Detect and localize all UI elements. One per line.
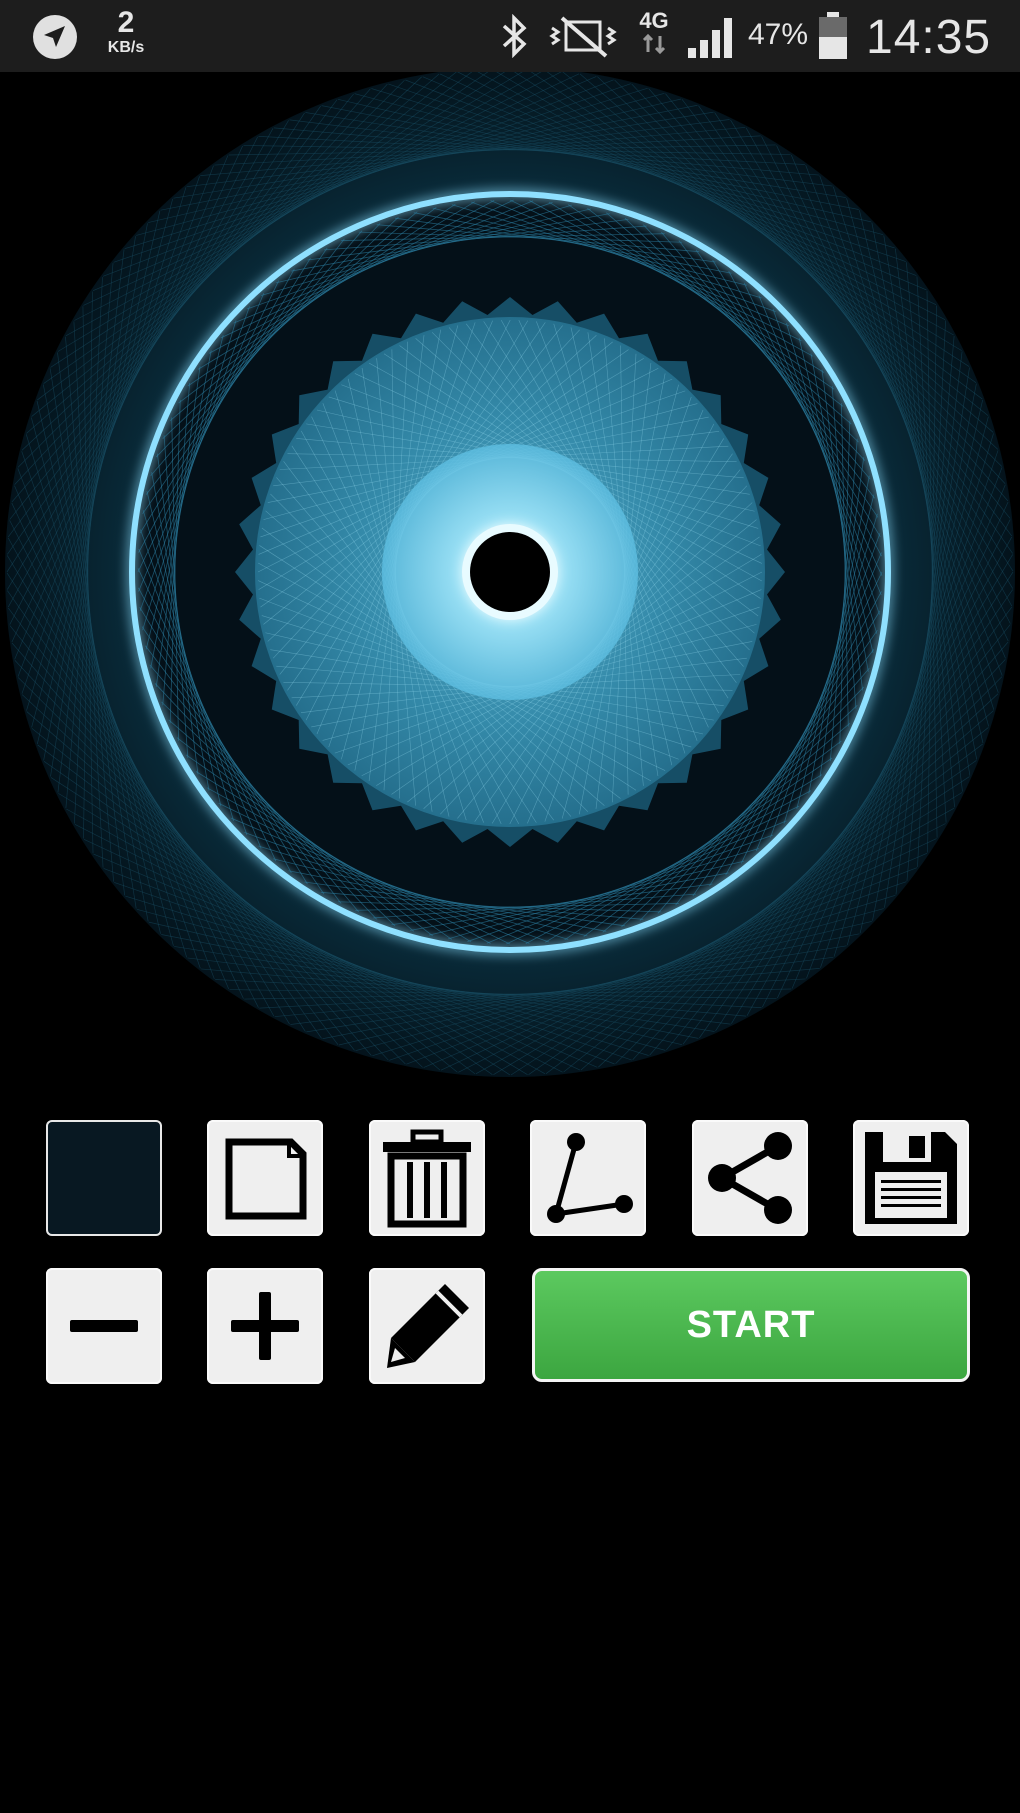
network-type-label: 4G	[639, 8, 669, 33]
share-button[interactable]	[692, 1120, 808, 1236]
battery-percent: 47%	[748, 18, 809, 51]
bluetooth-icon	[502, 14, 527, 58]
save-icon	[865, 1132, 957, 1224]
delete-button[interactable]	[369, 1120, 485, 1236]
center-hole	[470, 532, 550, 612]
increase-button[interactable]	[207, 1268, 323, 1384]
status-bar: 2 KB/s 4G 47% 14:35	[0, 0, 1020, 72]
nodes-button[interactable]	[530, 1120, 646, 1236]
spirograph-pattern	[5, 72, 1015, 1077]
signal-icon	[688, 18, 732, 58]
pencil-icon	[387, 1284, 469, 1368]
app-screen: 2 KB/s 4G 47% 14:35 START	[0, 0, 1020, 1813]
battery-icon	[819, 12, 847, 59]
color-swatch-button[interactable]	[46, 1120, 162, 1236]
share-icon	[708, 1132, 792, 1224]
clock: 14:35	[866, 11, 992, 64]
network-4g-icon: 4G	[632, 10, 676, 62]
network-speed: 2 KB/s	[96, 8, 156, 56]
spirograph-canvas[interactable]	[0, 72, 1020, 1092]
nodes-icon	[547, 1133, 633, 1223]
network-speed-value: 2	[117, 6, 135, 39]
start-button[interactable]: START	[532, 1268, 970, 1382]
network-speed-unit: KB/s	[107, 39, 145, 56]
vibrate-mute-icon	[549, 16, 617, 58]
decrease-button[interactable]	[46, 1268, 162, 1384]
plus-icon	[231, 1292, 299, 1360]
new-page-icon	[225, 1138, 307, 1220]
new-page-button[interactable]	[207, 1120, 323, 1236]
edit-button[interactable]	[369, 1268, 485, 1384]
save-button[interactable]	[853, 1120, 969, 1236]
trash-icon	[383, 1129, 471, 1228]
navigation-arrow-icon	[33, 15, 77, 59]
minus-icon	[70, 1320, 138, 1332]
